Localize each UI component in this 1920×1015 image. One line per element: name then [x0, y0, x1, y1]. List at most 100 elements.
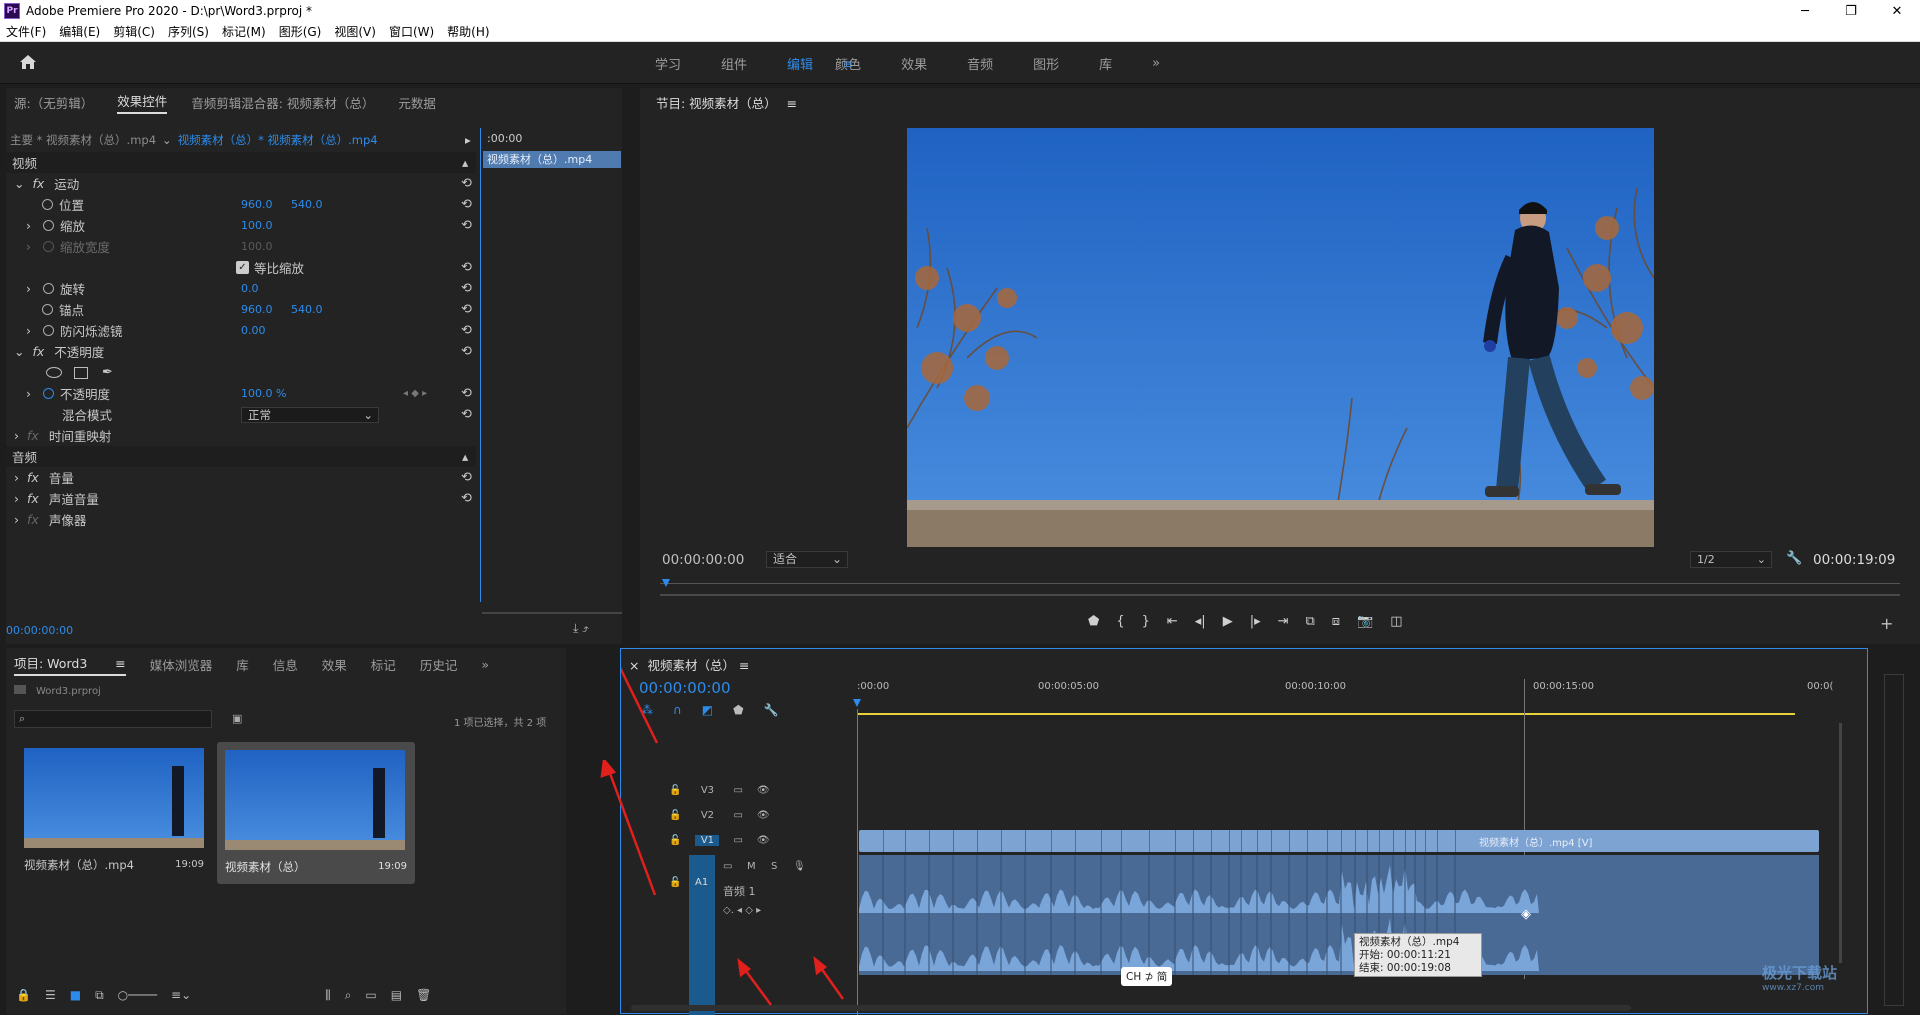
- volume-row[interactable]: › fx 音量 ⟲: [6, 467, 476, 488]
- anchor-y-value[interactable]: 540.0: [291, 303, 323, 316]
- settings-wrench-icon[interactable]: 🔧: [1786, 551, 1802, 566]
- workspace-graphics[interactable]: 图形: [1033, 54, 1059, 73]
- collapse-icon[interactable]: ▴: [462, 155, 468, 170]
- reset-icon[interactable]: ⟲: [461, 470, 472, 485]
- play-icon[interactable]: ▶: [1223, 614, 1233, 629]
- export-frame-icon[interactable]: 📷: [1357, 614, 1373, 629]
- workspace-learn[interactable]: 学习: [655, 54, 681, 73]
- step-forward-icon[interactable]: |▸: [1250, 614, 1261, 629]
- menu-clip[interactable]: 剪辑(C): [113, 23, 155, 40]
- icon-view-icon[interactable]: ■: [70, 988, 81, 1003]
- reset-icon[interactable]: ⟲: [461, 344, 472, 359]
- go-to-in-icon[interactable]: ⇤: [1167, 614, 1178, 629]
- tab-markers[interactable]: 标记: [371, 655, 396, 674]
- workspace-menu-icon[interactable]: ≡: [843, 57, 853, 71]
- menu-graphics[interactable]: 图形(G): [279, 23, 322, 40]
- home-icon[interactable]: [16, 52, 40, 72]
- project-item-clip[interactable]: 视频素材（总）.mp4 19:09: [16, 744, 212, 884]
- mini-clip-bar[interactable]: 视频素材（总）.mp4: [483, 151, 621, 168]
- uniform-scale-checkbox[interactable]: ✓: [236, 261, 249, 274]
- close-icon[interactable]: ✕: [1874, 0, 1920, 22]
- maximize-icon[interactable]: ❐: [1828, 0, 1874, 22]
- workspace-editing[interactable]: 编辑: [787, 54, 813, 73]
- add-marker-icon[interactable]: ⬟: [1088, 614, 1099, 629]
- effect-timecode[interactable]: 00:00:00:00: [6, 624, 73, 637]
- new-item-icon[interactable]: ▤: [391, 988, 402, 1003]
- reset-icon[interactable]: ⟲: [461, 260, 472, 275]
- workspace-libraries[interactable]: 库: [1099, 54, 1112, 73]
- tab-history[interactable]: 历史记: [420, 655, 458, 674]
- more-workspaces-icon[interactable]: »: [1152, 56, 1160, 71]
- program-timecode[interactable]: 00:00:00:00: [662, 552, 744, 568]
- list-view-icon[interactable]: ☰: [45, 988, 56, 1003]
- tab-audio-mixer[interactable]: 音频剪辑混合器: 视频素材（总）: [191, 93, 374, 112]
- workspace-audio[interactable]: 音频: [967, 54, 993, 73]
- scale-value[interactable]: 100.0: [241, 219, 273, 232]
- reset-icon[interactable]: ⟲: [461, 302, 472, 317]
- clip-dropdown-icon[interactable]: ⌄: [162, 133, 172, 147]
- stopwatch-icon[interactable]: [43, 220, 54, 231]
- add-button-icon[interactable]: +: [1880, 614, 1893, 633]
- stopwatch-icon[interactable]: [43, 388, 54, 399]
- stopwatch-icon[interactable]: [43, 325, 54, 336]
- menu-file[interactable]: 文件(F): [6, 23, 46, 40]
- tab-libraries[interactable]: 库: [236, 655, 249, 674]
- freeform-view-icon[interactable]: ⧉: [95, 988, 104, 1003]
- channel-volume-row[interactable]: › fx 声道音量 ⟲: [6, 488, 476, 509]
- reset-icon[interactable]: ⟲: [461, 218, 472, 233]
- menu-sequence[interactable]: 序列(S): [168, 23, 209, 40]
- lift-icon[interactable]: ⧉: [1306, 614, 1315, 629]
- menu-marker[interactable]: 标记(M): [222, 23, 266, 40]
- compare-view-icon[interactable]: ◫: [1390, 614, 1402, 629]
- tab-media-browser[interactable]: 媒体浏览器: [150, 655, 213, 674]
- go-to-out-icon[interactable]: ⇥: [1278, 614, 1289, 629]
- reset-icon[interactable]: ⟲: [461, 323, 472, 338]
- step-back-icon[interactable]: ◂|: [1195, 614, 1206, 629]
- position-y-value[interactable]: 540.0: [291, 198, 323, 211]
- resolution-select[interactable]: 1/2 ⌄: [1690, 551, 1772, 568]
- mark-out-icon[interactable]: }: [1142, 614, 1150, 629]
- time-remap-row[interactable]: › fx 时间重映射: [6, 425, 476, 446]
- rectangle-mask-icon[interactable]: [74, 366, 88, 379]
- reset-icon[interactable]: ⟲: [461, 407, 472, 422]
- keyframe-nav-icon[interactable]: ◂ ◆ ▸: [403, 388, 427, 399]
- stopwatch-icon[interactable]: [42, 199, 53, 210]
- ellipse-mask-icon[interactable]: [46, 367, 62, 378]
- tab-project[interactable]: 项目: Word3 ≡: [14, 653, 126, 676]
- more-tabs-icon[interactable]: »: [481, 657, 489, 672]
- program-scrubber[interactable]: [660, 579, 1900, 599]
- sort-icon[interactable]: ≡⌄: [171, 988, 191, 1003]
- sequence-clip-label[interactable]: 视频素材（总）* 视频素材（总）.mp4: [178, 132, 378, 148]
- workspace-effects[interactable]: 效果: [901, 54, 927, 73]
- opacity-row[interactable]: ⌄ fx 不透明度 ⟲: [6, 341, 476, 362]
- program-video-frame[interactable]: [907, 128, 1654, 547]
- minimize-icon[interactable]: ─: [1782, 0, 1828, 22]
- flicker-value[interactable]: 0.00: [241, 324, 266, 337]
- menu-window[interactable]: 窗口(W): [389, 23, 434, 40]
- anchor-x-value[interactable]: 960.0: [241, 303, 273, 316]
- new-bin-icon[interactable]: ▭: [365, 988, 376, 1003]
- fit-select[interactable]: 适合 ⌄: [766, 551, 848, 568]
- reset-icon[interactable]: ⟲: [461, 281, 472, 296]
- trash-icon[interactable]: 🗑: [416, 988, 431, 1003]
- new-search-bin-icon[interactable]: ▣: [232, 712, 242, 725]
- menu-edit[interactable]: 编辑(E): [59, 23, 100, 40]
- pen-mask-icon[interactable]: ✒: [102, 365, 113, 380]
- rotation-value[interactable]: 0.0: [241, 282, 259, 295]
- tab-source[interactable]: 源:（无剪辑）: [14, 93, 93, 112]
- automate-icon[interactable]: ⫼: [325, 988, 331, 1003]
- tab-metadata[interactable]: 元数据: [398, 93, 436, 112]
- motion-row[interactable]: ⌄ fx 运动 ⟲: [6, 173, 476, 194]
- reset-icon[interactable]: ⟲: [461, 197, 472, 212]
- master-clip-label[interactable]: 主要 * 视频素材（总）.mp4: [10, 132, 156, 148]
- export-frame-icon[interactable]: ⤓ ⤴: [573, 621, 589, 636]
- collapse-icon[interactable]: ▴: [462, 449, 468, 464]
- opacity-value[interactable]: 100.0 %: [241, 387, 286, 400]
- project-item-sequence[interactable]: 视频素材（总） 19:09: [217, 742, 415, 884]
- tab-effects[interactable]: 效果: [322, 655, 347, 674]
- reset-icon[interactable]: ⟲: [461, 491, 472, 506]
- tab-effect-controls[interactable]: 效果控件: [117, 91, 168, 114]
- workspace-assembly[interactable]: 组件: [721, 54, 747, 73]
- menu-view[interactable]: 视图(V): [334, 23, 376, 40]
- reset-icon[interactable]: ⟲: [461, 176, 472, 191]
